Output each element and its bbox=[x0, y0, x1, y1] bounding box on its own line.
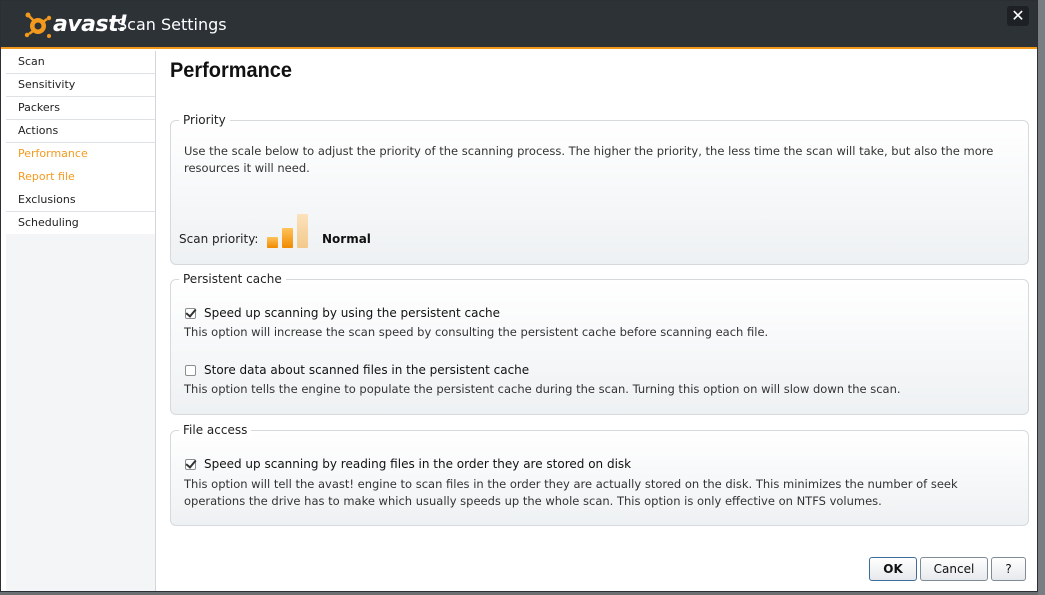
scan-priority-label: Scan priority: bbox=[179, 232, 259, 246]
use-persistent-cache-checkbox[interactable] bbox=[185, 307, 196, 319]
help-button[interactable]: ? bbox=[991, 557, 1026, 581]
sidebar-item-actions[interactable]: Actions bbox=[6, 120, 155, 143]
sidebar-background bbox=[6, 235, 155, 591]
use-persistent-cache-description: This option will increase the scan speed… bbox=[184, 325, 769, 339]
store-persistent-cache-description: This option tells the engine to populate… bbox=[184, 382, 901, 396]
priority-bar-1[interactable] bbox=[267, 237, 278, 248]
scan-priority-value: Normal bbox=[322, 232, 371, 246]
priority-slider[interactable] bbox=[267, 212, 313, 248]
priority-group: Priority Use the scale below to adjust t… bbox=[170, 112, 1029, 265]
file-access-group-title: File access bbox=[179, 422, 252, 438]
priority-bar-2[interactable] bbox=[282, 228, 293, 248]
store-persistent-cache-label[interactable]: Store data about scanned files in the pe… bbox=[204, 363, 529, 377]
sidebar-item-exclusions[interactable]: Exclusions bbox=[6, 189, 155, 212]
ok-button[interactable]: OK bbox=[869, 557, 917, 581]
file-access-group: File access Speed up scanning by reading… bbox=[170, 422, 1029, 526]
sidebar-item-scheduling[interactable]: Scheduling bbox=[6, 212, 155, 234]
store-persistent-cache-checkbox[interactable] bbox=[185, 364, 196, 376]
avast-logo-icon bbox=[24, 12, 52, 38]
priority-description: Use the scale below to adjust the priori… bbox=[184, 144, 994, 175]
cancel-button[interactable]: Cancel bbox=[920, 557, 988, 581]
persistent-cache-group: Persistent cache Speed up scanning by us… bbox=[170, 271, 1029, 415]
sidebar-item-scan[interactable]: Scan bbox=[6, 51, 155, 74]
sidebar-item-report-file[interactable]: Report file bbox=[6, 166, 155, 189]
close-button[interactable]: ✕ bbox=[1007, 6, 1029, 26]
title-bar: avast! Scan Settings ✕ bbox=[1, 1, 1037, 49]
page-title: Performance bbox=[170, 59, 292, 82]
sidebar-item-packers[interactable]: Packers bbox=[6, 97, 155, 120]
disk-order-description: This option will tell the avast! engine … bbox=[184, 477, 958, 508]
background-edge bbox=[1038, 0, 1045, 595]
use-persistent-cache-label[interactable]: Speed up scanning by using the persisten… bbox=[204, 306, 500, 320]
window-title: Scan Settings bbox=[117, 15, 227, 34]
scan-settings-window: avast! Scan Settings ✕ Scan Sensitivity … bbox=[0, 0, 1038, 592]
disk-order-checkbox[interactable] bbox=[185, 458, 196, 470]
persistent-cache-group-title: Persistent cache bbox=[179, 271, 286, 287]
sidebar-item-performance[interactable]: Performance bbox=[6, 143, 155, 166]
store-cache-option-row[interactable]: Store data about scanned files in the pe… bbox=[185, 362, 529, 378]
disk-order-label[interactable]: Speed up scanning by reading files in th… bbox=[204, 457, 631, 471]
priority-bar-3[interactable] bbox=[297, 214, 308, 248]
sidebar-item-sensitivity[interactable]: Sensitivity bbox=[6, 74, 155, 97]
priority-group-title: Priority bbox=[179, 112, 230, 128]
settings-sidebar: Scan Sensitivity Packers Actions Perform… bbox=[6, 51, 156, 591]
disk-order-option-row[interactable]: Speed up scanning by reading files in th… bbox=[185, 456, 631, 472]
persistent-cache-option-row[interactable]: Speed up scanning by using the persisten… bbox=[185, 305, 500, 321]
